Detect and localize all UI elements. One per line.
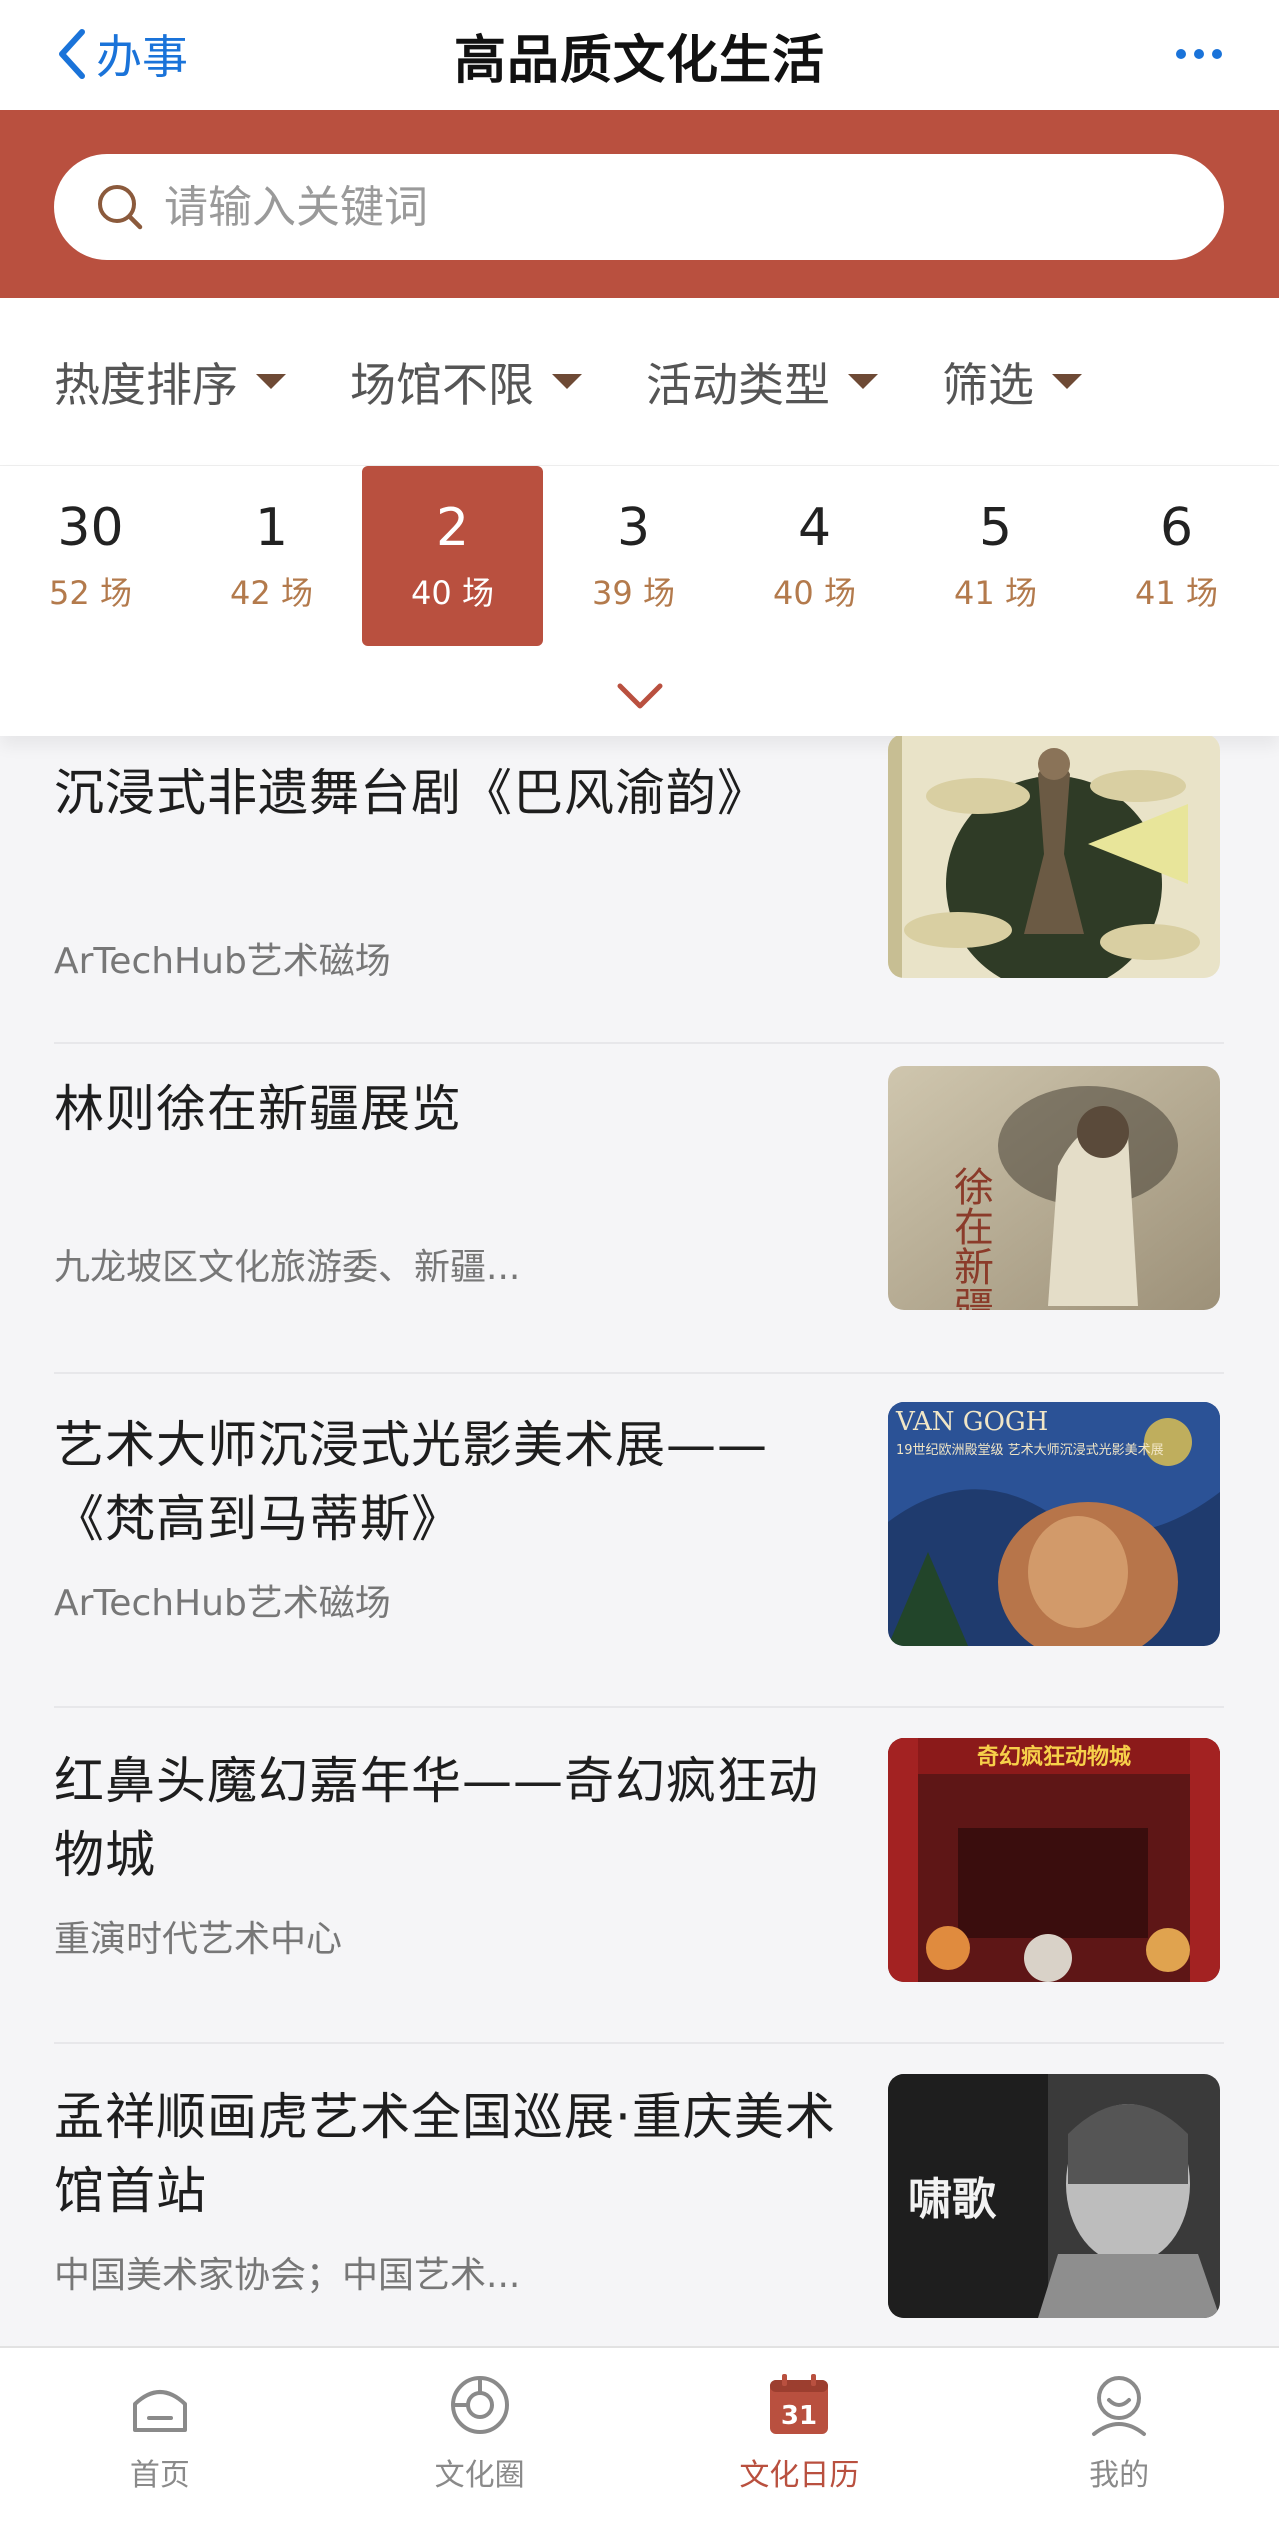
- chevron-down-icon[interactable]: [612, 678, 668, 714]
- filter-more-dropdown[interactable]: 筛选: [942, 349, 1082, 415]
- date-item-3[interactable]: 3 39 场: [543, 466, 724, 646]
- filter-type-dropdown[interactable]: 活动类型: [646, 349, 878, 415]
- tab-culture-calendar[interactable]: 31 文化日历: [640, 2348, 960, 2548]
- caret-down-icon: [552, 374, 582, 389]
- list-item[interactable]: 孟祥顺画虎艺术全国巡展·重庆美术馆首站 中国美术家协会；中国艺术... 啸歌: [0, 2074, 1279, 2346]
- back-button[interactable]: 办事: [52, 14, 188, 94]
- filter-label: 热度排序: [54, 357, 238, 412]
- filter-sort-dropdown[interactable]: 热度排序: [54, 349, 286, 415]
- caret-down-icon: [256, 374, 286, 389]
- search-band: [0, 110, 1279, 298]
- search-input[interactable]: [164, 181, 1164, 233]
- list-divider: [54, 1706, 1224, 1708]
- date-day: 5: [978, 498, 1013, 558]
- list-item[interactable]: 林则徐在新疆展览 九龙坡区文化旅游委、新疆... 徐在新疆: [0, 1066, 1279, 1408]
- calendar-icon: 31: [770, 2374, 829, 2434]
- event-venue: 重演时代艺术中心: [54, 1919, 343, 1960]
- event-venue: ArTechHub艺术磁场: [54, 1583, 391, 1624]
- culture-circle-icon: [450, 2376, 509, 2434]
- filter-venue-dropdown[interactable]: 场馆不限: [350, 349, 582, 415]
- more-dots-icon: [1176, 49, 1186, 59]
- event-count: 41 场: [954, 574, 1037, 612]
- filter-label: 活动类型: [646, 357, 830, 412]
- date-item-5[interactable]: 5 41 场: [905, 466, 1086, 646]
- event-venue: ArTechHub艺术磁场: [54, 941, 391, 982]
- event-count: 42 场: [230, 574, 313, 612]
- navigation-bar: 办事 高品质文化生活: [0, 0, 1279, 110]
- opera-poster-image: [888, 736, 1220, 978]
- carnival-poster-image: 奇幻疯狂动物城: [888, 1738, 1220, 1982]
- caret-down-icon: [848, 374, 878, 389]
- filter-bar: 热度排序 场馆不限 活动类型 筛选: [0, 298, 1279, 466]
- list-item[interactable]: 艺术大师沉浸式光影美术展——《梵高到马蒂斯》 ArTechHub艺术磁场 VAN…: [0, 1402, 1279, 1744]
- date-day: 1: [254, 498, 289, 558]
- thumb-text: 奇幻疯狂动物城: [977, 1744, 1131, 1770]
- tiger-painting-poster-image: 啸歌: [888, 2074, 1220, 2318]
- event-count: 39 场: [592, 574, 675, 612]
- event-count: 41 场: [1135, 574, 1218, 612]
- chevron-left-icon: [59, 29, 85, 79]
- thumb-text: 徐在新疆: [947, 1166, 994, 1310]
- date-item-4[interactable]: 4 40 场: [724, 466, 905, 646]
- event-venue: 中国美术家协会；中国艺术...: [54, 2255, 521, 2296]
- event-count: 40 场: [411, 574, 494, 612]
- list-divider: [54, 2042, 1224, 2044]
- event-count: 40 场: [773, 574, 856, 612]
- tab-culture-circle[interactable]: 文化圈: [320, 2348, 640, 2548]
- date-day: 30: [57, 498, 124, 558]
- tab-label: 文化日历: [739, 2458, 860, 2493]
- event-venue: 九龙坡区文化旅游委、新疆...: [54, 1247, 521, 1288]
- event-list: 沉浸式非遗舞台剧《巴风渝韵》 ArTechHub艺术磁场 林则徐在新疆展览 九龙…: [0, 736, 1279, 2346]
- list-divider: [54, 1042, 1224, 1044]
- date-day: 4: [797, 498, 832, 558]
- tab-label: 首页: [129, 2458, 190, 2493]
- event-title: 沉浸式非遗舞台剧《巴风渝韵》: [54, 764, 768, 822]
- event-title: 林则徐在新疆展览: [54, 1080, 462, 1138]
- tab-bar: 首页 文化圈 31 文化日历 我的: [0, 2346, 1279, 2548]
- list-divider: [54, 1372, 1224, 1374]
- event-thumbnail: 徐在新疆: [888, 1066, 1220, 1310]
- thumb-text: 啸歌: [908, 2174, 997, 2225]
- event-title: 红鼻头魔幻嘉年华——奇幻疯狂动物城: [54, 1752, 819, 1884]
- search-icon: [98, 185, 143, 230]
- thumb-subtext: 19世纪欧洲殿堂级 艺术大师沉浸式光影美术展: [896, 1443, 1164, 1458]
- date-item-30[interactable]: 30 52 场: [0, 466, 181, 646]
- event-thumbnail: 啸歌: [888, 2074, 1220, 2318]
- date-item-2-selected[interactable]: 2 40 场: [362, 466, 543, 646]
- page-title: 高品质文化生活: [453, 30, 825, 91]
- tab-home[interactable]: 首页: [0, 2348, 320, 2548]
- tab-profile[interactable]: 我的: [959, 2348, 1279, 2548]
- date-day: 3: [616, 498, 651, 558]
- event-thumbnail: VAN GOGH 19世纪欧洲殿堂级 艺术大师沉浸式光影美术展: [888, 1402, 1220, 1646]
- tab-label: 文化圈: [434, 2458, 525, 2493]
- calendar-day: 31: [781, 2401, 817, 2431]
- exhibition-poster-image: 徐在新疆: [888, 1066, 1220, 1310]
- event-thumbnail: [888, 736, 1220, 978]
- date-day: 6: [1159, 498, 1194, 558]
- event-title: 艺术大师沉浸式光影美术展——《梵高到马蒂斯》: [54, 1416, 768, 1548]
- filter-label: 筛选: [942, 357, 1034, 412]
- event-thumbnail: 奇幻疯狂动物城: [888, 1738, 1220, 1982]
- thumb-text: VAN GOGH: [895, 1407, 1048, 1437]
- van-gogh-poster-image: VAN GOGH 19世纪欧洲殿堂级 艺术大师沉浸式光影美术展: [888, 1402, 1220, 1646]
- date-list: 30 52 场 1 42 场 2 40 场 3 39 场 4 40 场 5 41…: [0, 466, 1279, 646]
- home-icon: [132, 2390, 187, 2432]
- back-label: 办事: [96, 30, 188, 84]
- list-item[interactable]: 红鼻头魔幻嘉年华——奇幻疯狂动物城 重演时代艺术中心 奇幻疯狂动物城: [0, 1738, 1279, 2080]
- date-item-1[interactable]: 1 42 场: [181, 466, 362, 646]
- filter-label: 场馆不限: [350, 357, 534, 412]
- event-title: 孟祥顺画虎艺术全国巡展·重庆美术馆首站: [54, 2088, 836, 2220]
- tab-label: 我的: [1089, 2458, 1150, 2493]
- search-box[interactable]: [54, 154, 1224, 260]
- event-count: 52 场: [49, 574, 132, 612]
- date-item-6[interactable]: 6 41 场: [1086, 466, 1267, 646]
- caret-down-icon: [1052, 374, 1082, 389]
- date-day: 2: [435, 498, 470, 558]
- date-strip: 30 52 场 1 42 场 2 40 场 3 39 场 4 40 场 5 41…: [0, 466, 1279, 736]
- profile-icon: [1092, 2376, 1147, 2436]
- list-item[interactable]: 沉浸式非遗舞台剧《巴风渝韵》 ArTechHub艺术磁场: [0, 736, 1279, 1072]
- app-screen: 办事 高品质文化生活 热度排序 场馆不限 活动类型: [0, 0, 1279, 2548]
- more-button[interactable]: [1169, 24, 1229, 84]
